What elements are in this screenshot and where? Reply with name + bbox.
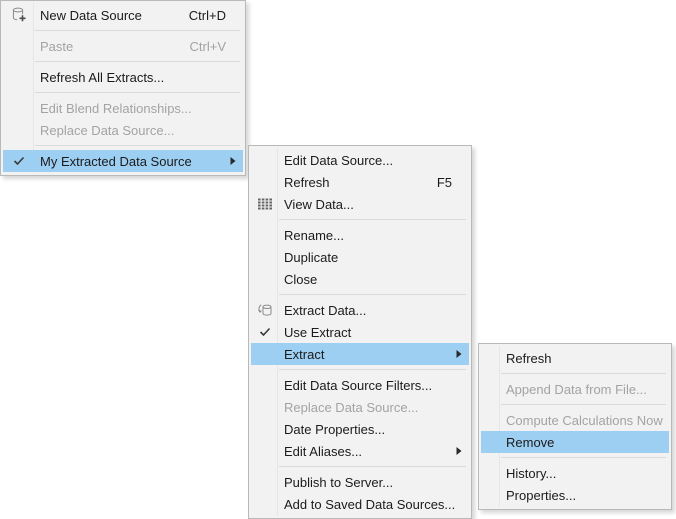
menu-item-my-extracted-data-source[interactable]: My Extracted Data Source: [3, 150, 243, 172]
menu-item-paste: Paste Ctrl+V: [3, 35, 243, 57]
submenu-arrow-icon: [230, 157, 236, 166]
menu-item-duplicate[interactable]: Duplicate: [251, 246, 469, 268]
menu-item-properties[interactable]: Properties...: [481, 484, 669, 506]
menu-item-remove[interactable]: Remove: [481, 431, 669, 453]
menu-separator: [35, 30, 240, 31]
menu-item-label: Duplicate: [278, 250, 338, 265]
menu-separator: [279, 219, 466, 220]
menu-item-edit-data-source[interactable]: Edit Data Source...: [251, 149, 469, 171]
menu-item-label: Append Data from File...: [500, 382, 647, 397]
submenu-arrow-icon: [456, 447, 462, 456]
menu-item-label: Edit Aliases...: [278, 444, 362, 459]
menu-item-shortcut: Ctrl+V: [190, 39, 226, 54]
menu-separator: [279, 294, 466, 295]
menu-item-gutter: [251, 302, 278, 319]
menu-item-edit-data-source-filters[interactable]: Edit Data Source Filters...: [251, 374, 469, 396]
menu-item-label: Add to Saved Data Sources...: [278, 497, 455, 512]
menu-item-replace-data-source: Replace Data Source...: [3, 119, 243, 141]
data-menu: New Data Source Ctrl+D Paste Ctrl+V Refresh …: [0, 0, 246, 176]
menu-item-label: Extract Data...: [278, 303, 366, 318]
menu-separator: [279, 466, 466, 467]
menu-item-label: Publish to Server...: [278, 475, 393, 490]
menu-item-compute-calculations-now: Compute Calculations Now: [481, 409, 669, 431]
extract-data-icon: [256, 302, 274, 319]
menu-item-shortcut: F5: [437, 175, 452, 190]
menu-separator: [501, 404, 666, 405]
menu-item-label: Edit Data Source Filters...: [278, 378, 432, 393]
view-data-grid-icon: [257, 198, 273, 211]
menu-separator: [279, 369, 466, 370]
menu-item-replace-data-source: Replace Data Source...: [251, 396, 469, 418]
menu-item-add-to-saved-data-sources[interactable]: Add to Saved Data Sources...: [251, 493, 469, 515]
menu-separator: [501, 373, 666, 374]
menu-item-label: Replace Data Source...: [34, 123, 174, 138]
menu-item-label: History...: [500, 466, 556, 481]
submenu-arrow: [456, 350, 462, 359]
menu-item-label: Compute Calculations Now: [500, 413, 663, 428]
menu-item-label: Refresh: [500, 351, 552, 366]
menu-item-publish-to-server[interactable]: Publish to Server...: [251, 471, 469, 493]
menu-item-label: My Extracted Data Source: [34, 154, 192, 169]
submenu-arrow: [230, 157, 236, 166]
menu-separator: [501, 457, 666, 458]
menu-item-label: Remove: [500, 435, 554, 450]
menu-item-label: Paste: [34, 39, 73, 54]
menu-item-view-data[interactable]: View Data...: [251, 193, 469, 215]
submenu-arrow-icon: [456, 350, 462, 359]
menu-item-edit-blend-relationships: Edit Blend Relationships...: [3, 97, 243, 119]
new-data-source-icon: [10, 6, 28, 24]
menu-item-edit-aliases[interactable]: Edit Aliases...: [251, 440, 469, 462]
extract-submenu: Refresh Append Data from File... Compute C…: [478, 343, 672, 510]
menu-item-label: Refresh All Extracts...: [34, 70, 164, 85]
menu-item-rename[interactable]: Rename...: [251, 224, 469, 246]
menu-item-label: Use Extract: [278, 325, 351, 340]
menu-item-refresh[interactable]: Refresh F5: [251, 171, 469, 193]
menu-item-extract-data[interactable]: Extract Data...: [251, 299, 469, 321]
menu-item-shortcut: Ctrl+D: [189, 8, 226, 23]
menu-item-extract[interactable]: Extract: [251, 343, 469, 365]
menu-separator: [35, 92, 240, 93]
submenu-arrow: [456, 447, 462, 456]
menu-item-close[interactable]: Close: [251, 268, 469, 290]
menu-separator: [35, 145, 240, 146]
menu-item-gutter: [251, 327, 278, 337]
menu-item-date-properties[interactable]: Date Properties...: [251, 418, 469, 440]
menu-item-gutter: [3, 156, 34, 166]
menu-item-label: Replace Data Source...: [278, 400, 418, 415]
menu-item-gutter: [3, 6, 34, 24]
menu-item-label: View Data...: [278, 197, 354, 212]
menu-item-label: Edit Blend Relationships...: [34, 101, 192, 116]
data-source-submenu: Edit Data Source... Refresh F5 View Data...…: [248, 145, 472, 519]
menu-item-label: Refresh: [278, 175, 330, 190]
desktop: { "colors": { "highlight": "#9dcff2", "m…: [0, 0, 676, 506]
menu-item-label: Extract: [278, 347, 324, 362]
menu-item-label: Properties...: [500, 488, 576, 503]
menu-item-gutter: [251, 198, 278, 211]
menu-item-refresh-all-extracts[interactable]: Refresh All Extracts...: [3, 66, 243, 88]
menu-item-use-extract[interactable]: Use Extract: [251, 321, 469, 343]
menu-item-refresh[interactable]: Refresh: [481, 347, 669, 369]
menu-item-history[interactable]: History...: [481, 462, 669, 484]
menu-item-new-data-source[interactable]: New Data Source Ctrl+D: [3, 4, 243, 26]
check-icon: [13, 156, 25, 166]
menu-item-label: Rename...: [278, 228, 344, 243]
menu-item-label: Edit Data Source...: [278, 153, 393, 168]
check-icon: [259, 327, 271, 337]
menu-item-label: New Data Source: [34, 8, 142, 23]
menu-item-label: Close: [278, 272, 317, 287]
menu-item-append-data-from-file: Append Data from File...: [481, 378, 669, 400]
menu-item-label: Date Properties...: [278, 422, 385, 437]
menu-separator: [35, 61, 240, 62]
